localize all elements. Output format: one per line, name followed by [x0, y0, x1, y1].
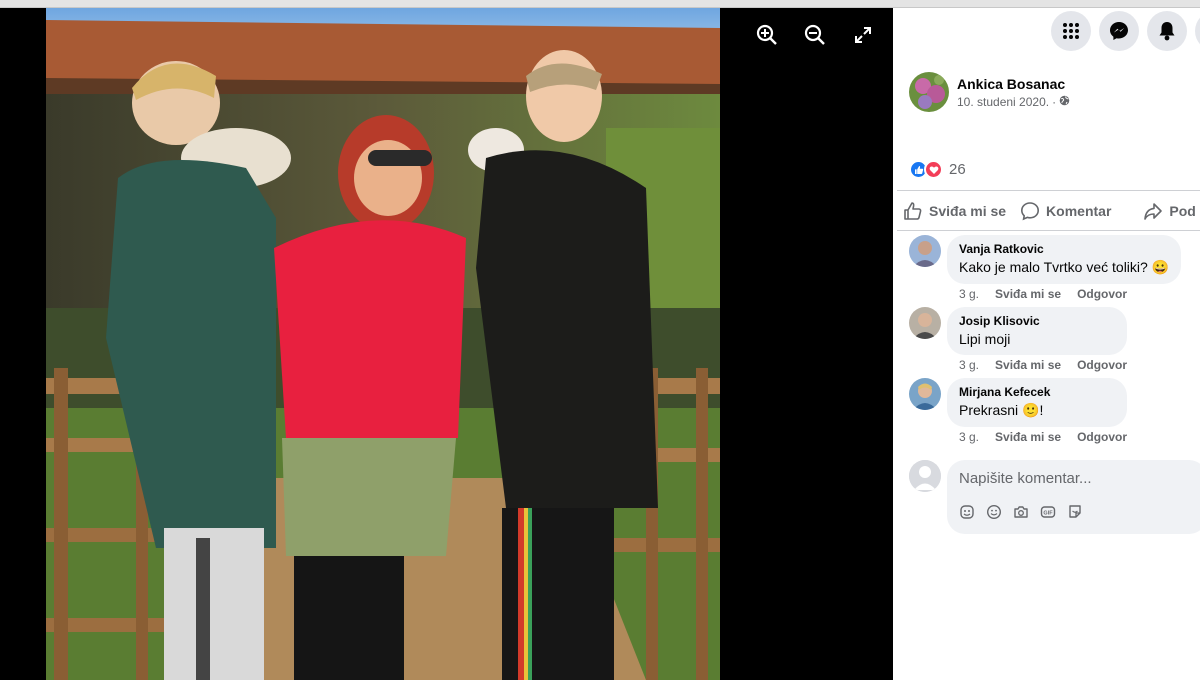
composer-toolbar: GIF	[959, 504, 1195, 520]
comment-button[interactable]: Komentar	[1016, 200, 1115, 222]
comment-meta: 3 g. Sviđa mi se Odgovor	[959, 358, 1127, 372]
avatar-sticker-icon[interactable]	[959, 504, 975, 520]
commenter-name[interactable]: Vanja Ratkovic	[959, 242, 1169, 256]
comment-input[interactable]	[959, 468, 1195, 488]
post-date[interactable]: 10. studeni 2020.	[957, 95, 1049, 109]
sticker-icon[interactable]	[1067, 504, 1083, 520]
account-button[interactable]	[1195, 11, 1200, 51]
comment-bubble: Mirjana Kefecek Prekrasni 🙂!	[947, 378, 1128, 427]
comment-button-label: Komentar	[1046, 203, 1112, 219]
divider-bottom	[897, 230, 1200, 231]
share-button[interactable]: Pod	[1139, 200, 1199, 222]
zoom-out-icon[interactable]	[800, 20, 830, 50]
post-photo[interactable]	[46, 8, 720, 680]
comment-item: Josip Klisovic Lipi moji 3 g. Sviđa mi s…	[909, 307, 1128, 372]
author-avatar[interactable]	[909, 72, 949, 112]
photo-illustration	[46, 8, 720, 680]
post-author-name[interactable]: Ankica Bosanac	[957, 76, 1070, 92]
current-user-avatar[interactable]	[909, 460, 941, 492]
viewer-toolbar	[752, 20, 878, 50]
photo-viewer	[0, 8, 893, 680]
browser-chrome-strip	[0, 0, 1200, 8]
comment-bubble: Josip Klisovic Lipi moji	[947, 307, 1128, 355]
comment-time[interactable]: 3 g.	[959, 358, 979, 372]
comment-item: Mirjana Kefecek Prekrasni 🙂! 3 g. Sviđa …	[909, 378, 1128, 444]
share-button-label: Pod	[1169, 203, 1196, 219]
camera-icon[interactable]	[1013, 504, 1029, 520]
comment-reply-link[interactable]: Odgovor	[1077, 430, 1127, 444]
menu-grid-icon[interactable]	[1051, 11, 1091, 51]
comment-meta: 3 g. Sviđa mi se Odgovor	[959, 287, 1181, 301]
comment-text-suffix: !	[1039, 402, 1044, 418]
like-button[interactable]: Sviđa mi se	[899, 200, 1010, 222]
comment-time[interactable]: 3 g.	[959, 430, 979, 444]
post-header: Ankica Bosanac 10. studeni 2020. ·	[909, 72, 1070, 112]
comment-composer: GIF	[909, 460, 1200, 534]
meta-separator: ·	[1052, 95, 1057, 109]
zoom-in-icon[interactable]	[752, 20, 782, 50]
comment-reply-link[interactable]: Odgovor	[1077, 287, 1127, 301]
comment-reply-link[interactable]: Odgovor	[1077, 358, 1127, 372]
post-meta: 10. studeni 2020. ·	[957, 95, 1070, 109]
reactions-summary[interactable]: 26	[909, 160, 966, 179]
comment-text-body: Kako je malo Tvrtko već toliki?	[959, 259, 1148, 275]
comment-text: Lipi moji	[959, 331, 1011, 347]
love-icon	[924, 160, 943, 179]
commenter-avatar[interactable]	[909, 307, 941, 339]
gif-icon[interactable]: GIF	[1040, 504, 1056, 520]
comment-bubble: Vanja Ratkovic Kako je malo Tvrtko već t…	[947, 235, 1182, 284]
post-side-panel: Ankica Bosanac 10. studeni 2020. · 26 Sv…	[893, 8, 1200, 680]
comment-like-link[interactable]: Sviđa mi se	[995, 358, 1061, 372]
fullscreen-icon[interactable]	[848, 20, 878, 50]
like-button-label: Sviđa mi se	[929, 203, 1007, 219]
top-nav	[1051, 11, 1200, 51]
smiling-emoji-icon: 🙂	[1022, 402, 1040, 418]
comment-meta: 3 g. Sviđa mi se Odgovor	[959, 430, 1127, 444]
commenter-name[interactable]: Josip Klisovic	[959, 314, 1115, 328]
comment-item: Vanja Ratkovic Kako je malo Tvrtko već t…	[909, 235, 1182, 301]
facebook-photo-viewer: Ankica Bosanac 10. studeni 2020. · 26 Sv…	[0, 0, 1200, 680]
grinning-emoji-icon: 😀	[1151, 259, 1170, 275]
messenger-icon[interactable]	[1099, 11, 1139, 51]
post-actions: Sviđa mi se Komentar Pod	[899, 200, 1200, 222]
comment-text: Prekrasni 🙂!	[959, 402, 1115, 419]
emoji-icon[interactable]	[986, 504, 1002, 520]
comment-icon	[1021, 202, 1040, 221]
comment-time[interactable]: 3 g.	[959, 287, 979, 301]
comment-box: GIF	[947, 460, 1200, 534]
comment-like-link[interactable]: Sviđa mi se	[995, 430, 1061, 444]
thumbs-up-icon	[904, 202, 922, 220]
svg-text:GIF: GIF	[1043, 511, 1053, 517]
comment-like-link[interactable]: Sviđa mi se	[995, 287, 1061, 301]
comment-text: Kako je malo Tvrtko već toliki? 😀	[959, 259, 1169, 276]
commenter-avatar[interactable]	[909, 378, 941, 410]
share-icon	[1144, 203, 1163, 220]
comment-text-body: Prekrasni	[959, 402, 1019, 418]
notifications-bell-icon[interactable]	[1147, 11, 1187, 51]
divider-top	[897, 190, 1200, 191]
globe-icon	[1059, 95, 1070, 109]
commenter-name[interactable]: Mirjana Kefecek	[959, 385, 1115, 399]
commenter-avatar[interactable]	[909, 235, 941, 267]
reaction-count: 26	[949, 161, 966, 178]
